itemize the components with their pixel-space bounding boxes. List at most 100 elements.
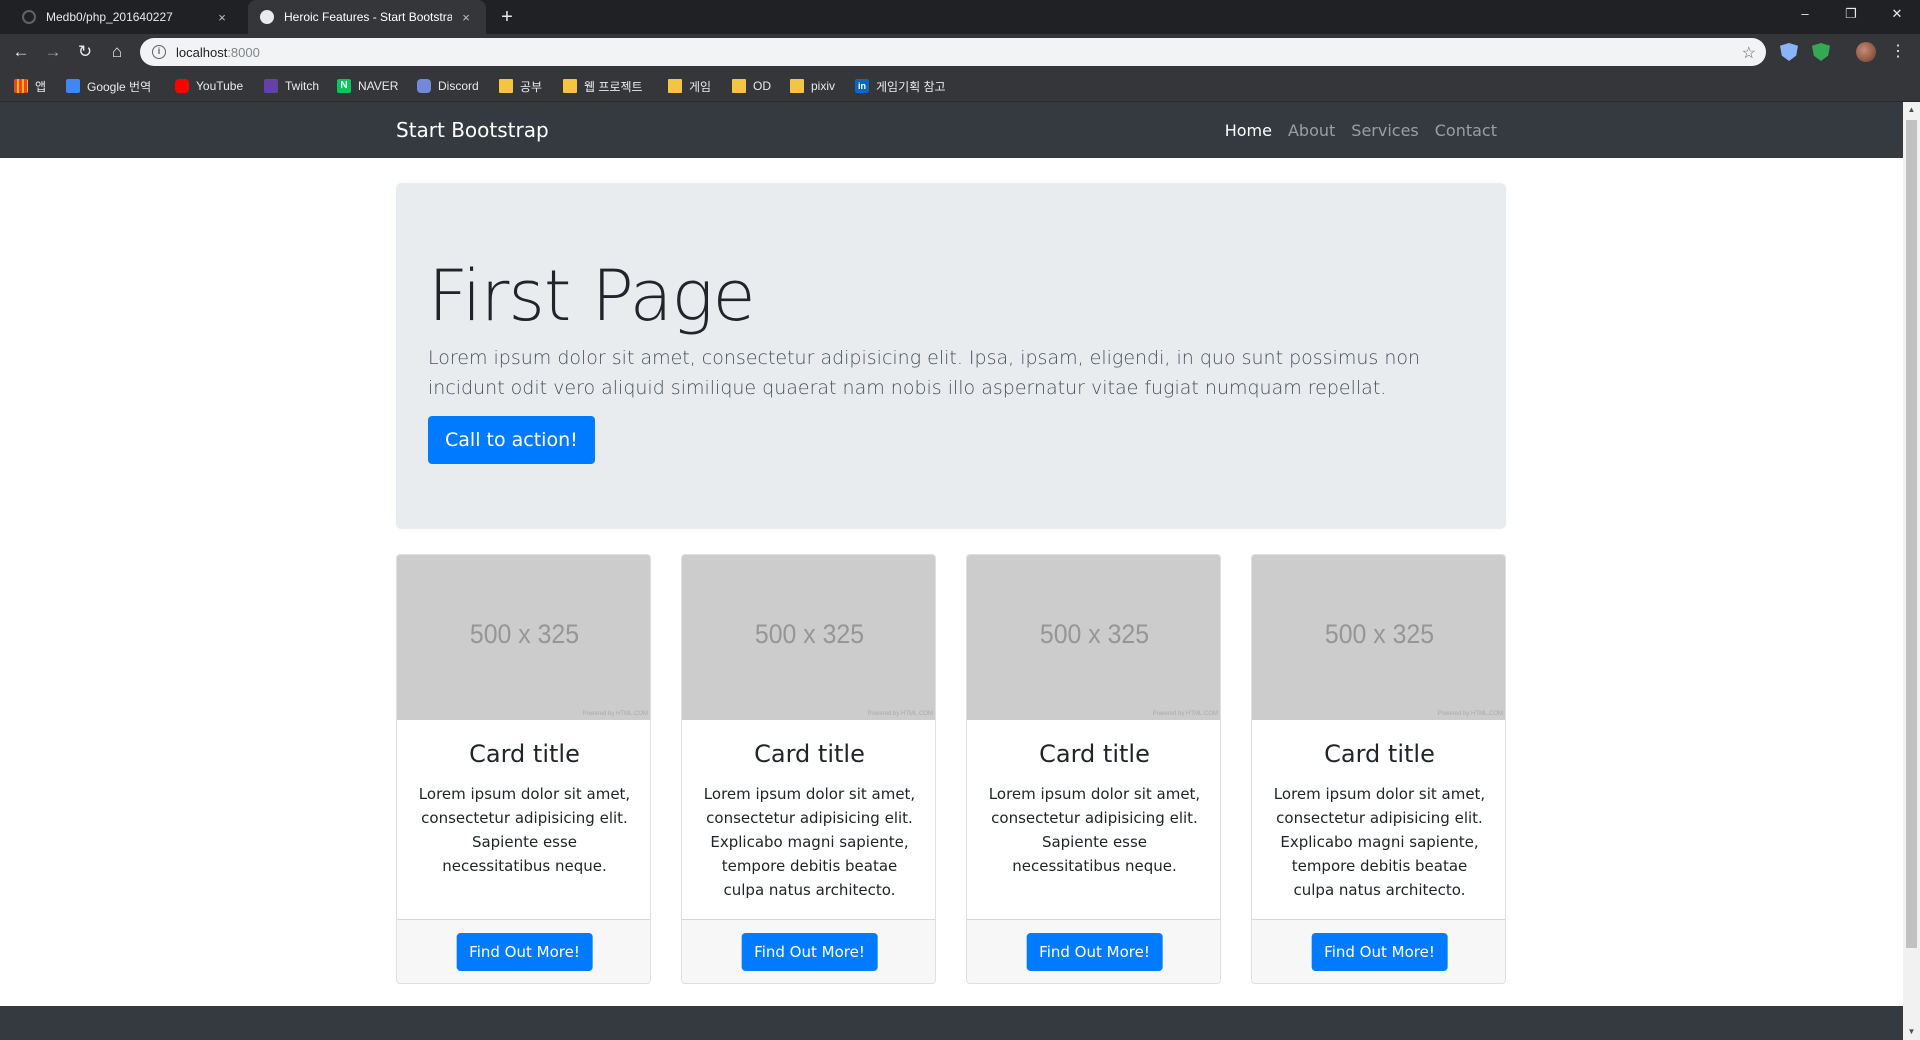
new-tab-button[interactable]: + xyxy=(496,6,518,28)
vertical-scrollbar[interactable]: ▲ ▼ xyxy=(1903,102,1920,1040)
tab-close-icon[interactable]: × xyxy=(458,10,474,25)
bookmark-folder-pixiv[interactable]: pixiv xyxy=(790,78,835,94)
bookmark-naver[interactable]: N NAVER xyxy=(337,78,398,94)
bookmark-label: 웹 프로젝트 xyxy=(584,79,643,94)
address-bar[interactable]: i localhost :8000 ☆ xyxy=(140,38,1766,66)
find-out-more-button[interactable]: Find Out More! xyxy=(741,933,878,971)
profile-avatar[interactable] xyxy=(1856,42,1876,62)
bookmarks-bar: 앱 Google 번역 YouTube Twitch N NAVER Discor… xyxy=(0,70,1920,102)
tab-close-icon[interactable]: × xyxy=(214,10,230,25)
page-title: First Page xyxy=(428,255,756,337)
bookmark-star-icon[interactable]: ☆ xyxy=(1742,43,1756,63)
bookmark-label: Twitch xyxy=(285,79,320,93)
browser-tab-strip: Medb0/php_201640227 × Heroic Features - … xyxy=(0,0,1920,34)
call-to-action-button[interactable]: Call to action! xyxy=(428,416,595,464)
lead-text: Lorem ipsum dolor sit amet, consectetur … xyxy=(428,347,1421,399)
find-out-more-button[interactable]: Find Out More! xyxy=(456,933,593,971)
scroll-down-arrow-icon[interactable]: ▼ xyxy=(1903,1024,1920,1040)
bookmark-label: 공부 xyxy=(520,79,543,94)
card: 500 x 325 Powered by HTML.COM Card title… xyxy=(396,554,651,984)
twitch-icon xyxy=(264,79,278,93)
bookmark-label: Discord xyxy=(438,79,479,93)
nav-link-services[interactable]: Services xyxy=(1351,121,1418,140)
card-body: Card title Lorem ipsum dolor sit amet, c… xyxy=(967,720,1220,920)
card-image-placeholder: 500 x 325 Powered by HTML.COM xyxy=(1252,555,1505,720)
find-out-more-button[interactable]: Find Out More! xyxy=(1311,933,1448,971)
card-image-placeholder: 500 x 325 Powered by HTML.COM xyxy=(967,555,1220,720)
site-navbar: Start Bootstrap Home About Services Cont… xyxy=(0,102,1903,158)
navbar-brand[interactable]: Start Bootstrap xyxy=(396,118,549,142)
browser-menu-icon[interactable]: ⋮ xyxy=(1890,40,1906,64)
tab-title: Medb0/php_201640227 xyxy=(46,10,173,24)
card-title: Card title xyxy=(1324,740,1435,768)
google-translate-icon xyxy=(66,79,80,93)
close-window-button[interactable]: ✕ xyxy=(1874,0,1920,28)
bookmark-game-design-reference[interactable]: in 게임기획 참고 xyxy=(855,78,946,94)
card-text: Lorem ipsum dolor sit amet, consectetur … xyxy=(1273,785,1486,899)
browser-tab-github[interactable]: Medb0/php_201640227 × xyxy=(10,0,242,34)
bookmark-label: 게임 xyxy=(689,79,712,94)
youtube-icon xyxy=(175,79,189,93)
bookmark-twitch[interactable]: Twitch xyxy=(264,78,319,94)
nav-link-about[interactable]: About xyxy=(1288,121,1335,140)
card-row: 500 x 325 Powered by HTML.COM Card title… xyxy=(396,554,1506,984)
bookmark-folder-study[interactable]: 공부 xyxy=(499,78,542,94)
bookmark-discord[interactable]: Discord xyxy=(417,78,479,94)
folder-icon xyxy=(499,79,513,93)
card-text: Lorem ipsum dolor sit amet, consectetur … xyxy=(703,785,916,899)
card-image-placeholder: 500 x 325 Powered by HTML.COM xyxy=(682,555,935,720)
folder-icon xyxy=(563,79,577,93)
shield-extension-icon[interactable] xyxy=(1780,43,1798,61)
find-out-more-button[interactable]: Find Out More! xyxy=(1026,933,1163,971)
placeholder-credit: Powered by HTML.COM xyxy=(867,711,933,717)
tab-title: Heroic Features - Start Bootstrap xyxy=(284,10,452,24)
browser-toolbar: ← → ↻ ⌂ i localhost :8000 ☆ ⋮ xyxy=(0,34,1920,70)
bookmark-google-translate[interactable]: Google 번역 xyxy=(66,78,151,94)
bookmark-folder-web-project[interactable]: 웹 프로젝트 xyxy=(563,78,643,94)
bookmark-apps[interactable]: 앱 xyxy=(14,78,46,94)
home-button[interactable]: ⌂ xyxy=(105,40,129,64)
scroll-up-arrow-icon[interactable]: ▲ xyxy=(1903,102,1920,118)
bookmark-label: NAVER xyxy=(358,79,399,93)
adblock-extension-icon[interactable] xyxy=(1812,43,1830,61)
bookmark-folder-od[interactable]: OD xyxy=(732,78,771,94)
url-host: localhost xyxy=(176,44,228,60)
placeholder-credit: Powered by HTML.COM xyxy=(582,711,648,717)
forward-button[interactable]: → xyxy=(41,40,65,64)
bookmark-youtube[interactable]: YouTube xyxy=(175,78,243,94)
bookmark-label: Google 번역 xyxy=(87,79,152,94)
site-info-icon[interactable]: i xyxy=(152,45,166,59)
card-body: Card title Lorem ipsum dolor sit amet, c… xyxy=(682,720,935,920)
restore-button[interactable]: ❐ xyxy=(1828,0,1874,28)
placeholder-size-label: 500 x 325 xyxy=(1324,619,1435,649)
placeholder-credit: Powered by HTML.COM xyxy=(1152,711,1218,717)
browser-tab-heroic-features[interactable]: Heroic Features - Start Bootstrap × xyxy=(248,0,486,34)
page-viewport: Start Bootstrap Home About Services Cont… xyxy=(0,102,1920,1040)
folder-icon xyxy=(668,79,682,93)
nav-link-contact[interactable]: Contact xyxy=(1435,121,1497,140)
reload-button[interactable]: ↻ xyxy=(73,40,97,64)
card: 500 x 325 Powered by HTML.COM Card title… xyxy=(966,554,1221,984)
back-button[interactable]: ← xyxy=(9,40,33,64)
scrollbar-thumb[interactable] xyxy=(1906,120,1917,948)
jumbotron: First Page Lorem ipsum dolor sit amet, c… xyxy=(396,183,1506,529)
card-text: Lorem ipsum dolor sit amet, consectetur … xyxy=(418,785,631,875)
url-port: :8000 xyxy=(227,44,260,60)
linkedin-icon: in xyxy=(855,79,869,93)
placeholder-size-label: 500 x 325 xyxy=(754,619,865,649)
bookmark-label: YouTube xyxy=(196,79,244,93)
card-body: Card title Lorem ipsum dolor sit amet, c… xyxy=(1252,720,1505,920)
naver-icon: N xyxy=(337,79,351,93)
card-title: Card title xyxy=(469,740,580,768)
bookmark-label: pixiv xyxy=(811,79,836,93)
placeholder-credit: Powered by HTML.COM xyxy=(1437,711,1503,717)
discord-icon xyxy=(417,79,431,93)
folder-icon xyxy=(790,79,804,93)
navbar-links: Home About Services Contact xyxy=(1225,121,1497,140)
nav-link-home[interactable]: Home xyxy=(1225,121,1272,140)
bookmark-folder-game[interactable]: 게임 xyxy=(668,78,711,94)
placeholder-size-label: 500 x 325 xyxy=(1039,619,1150,649)
card-text: Lorem ipsum dolor sit amet, consectetur … xyxy=(988,785,1201,875)
github-icon xyxy=(22,10,36,24)
minimize-button[interactable]: – xyxy=(1782,0,1828,28)
